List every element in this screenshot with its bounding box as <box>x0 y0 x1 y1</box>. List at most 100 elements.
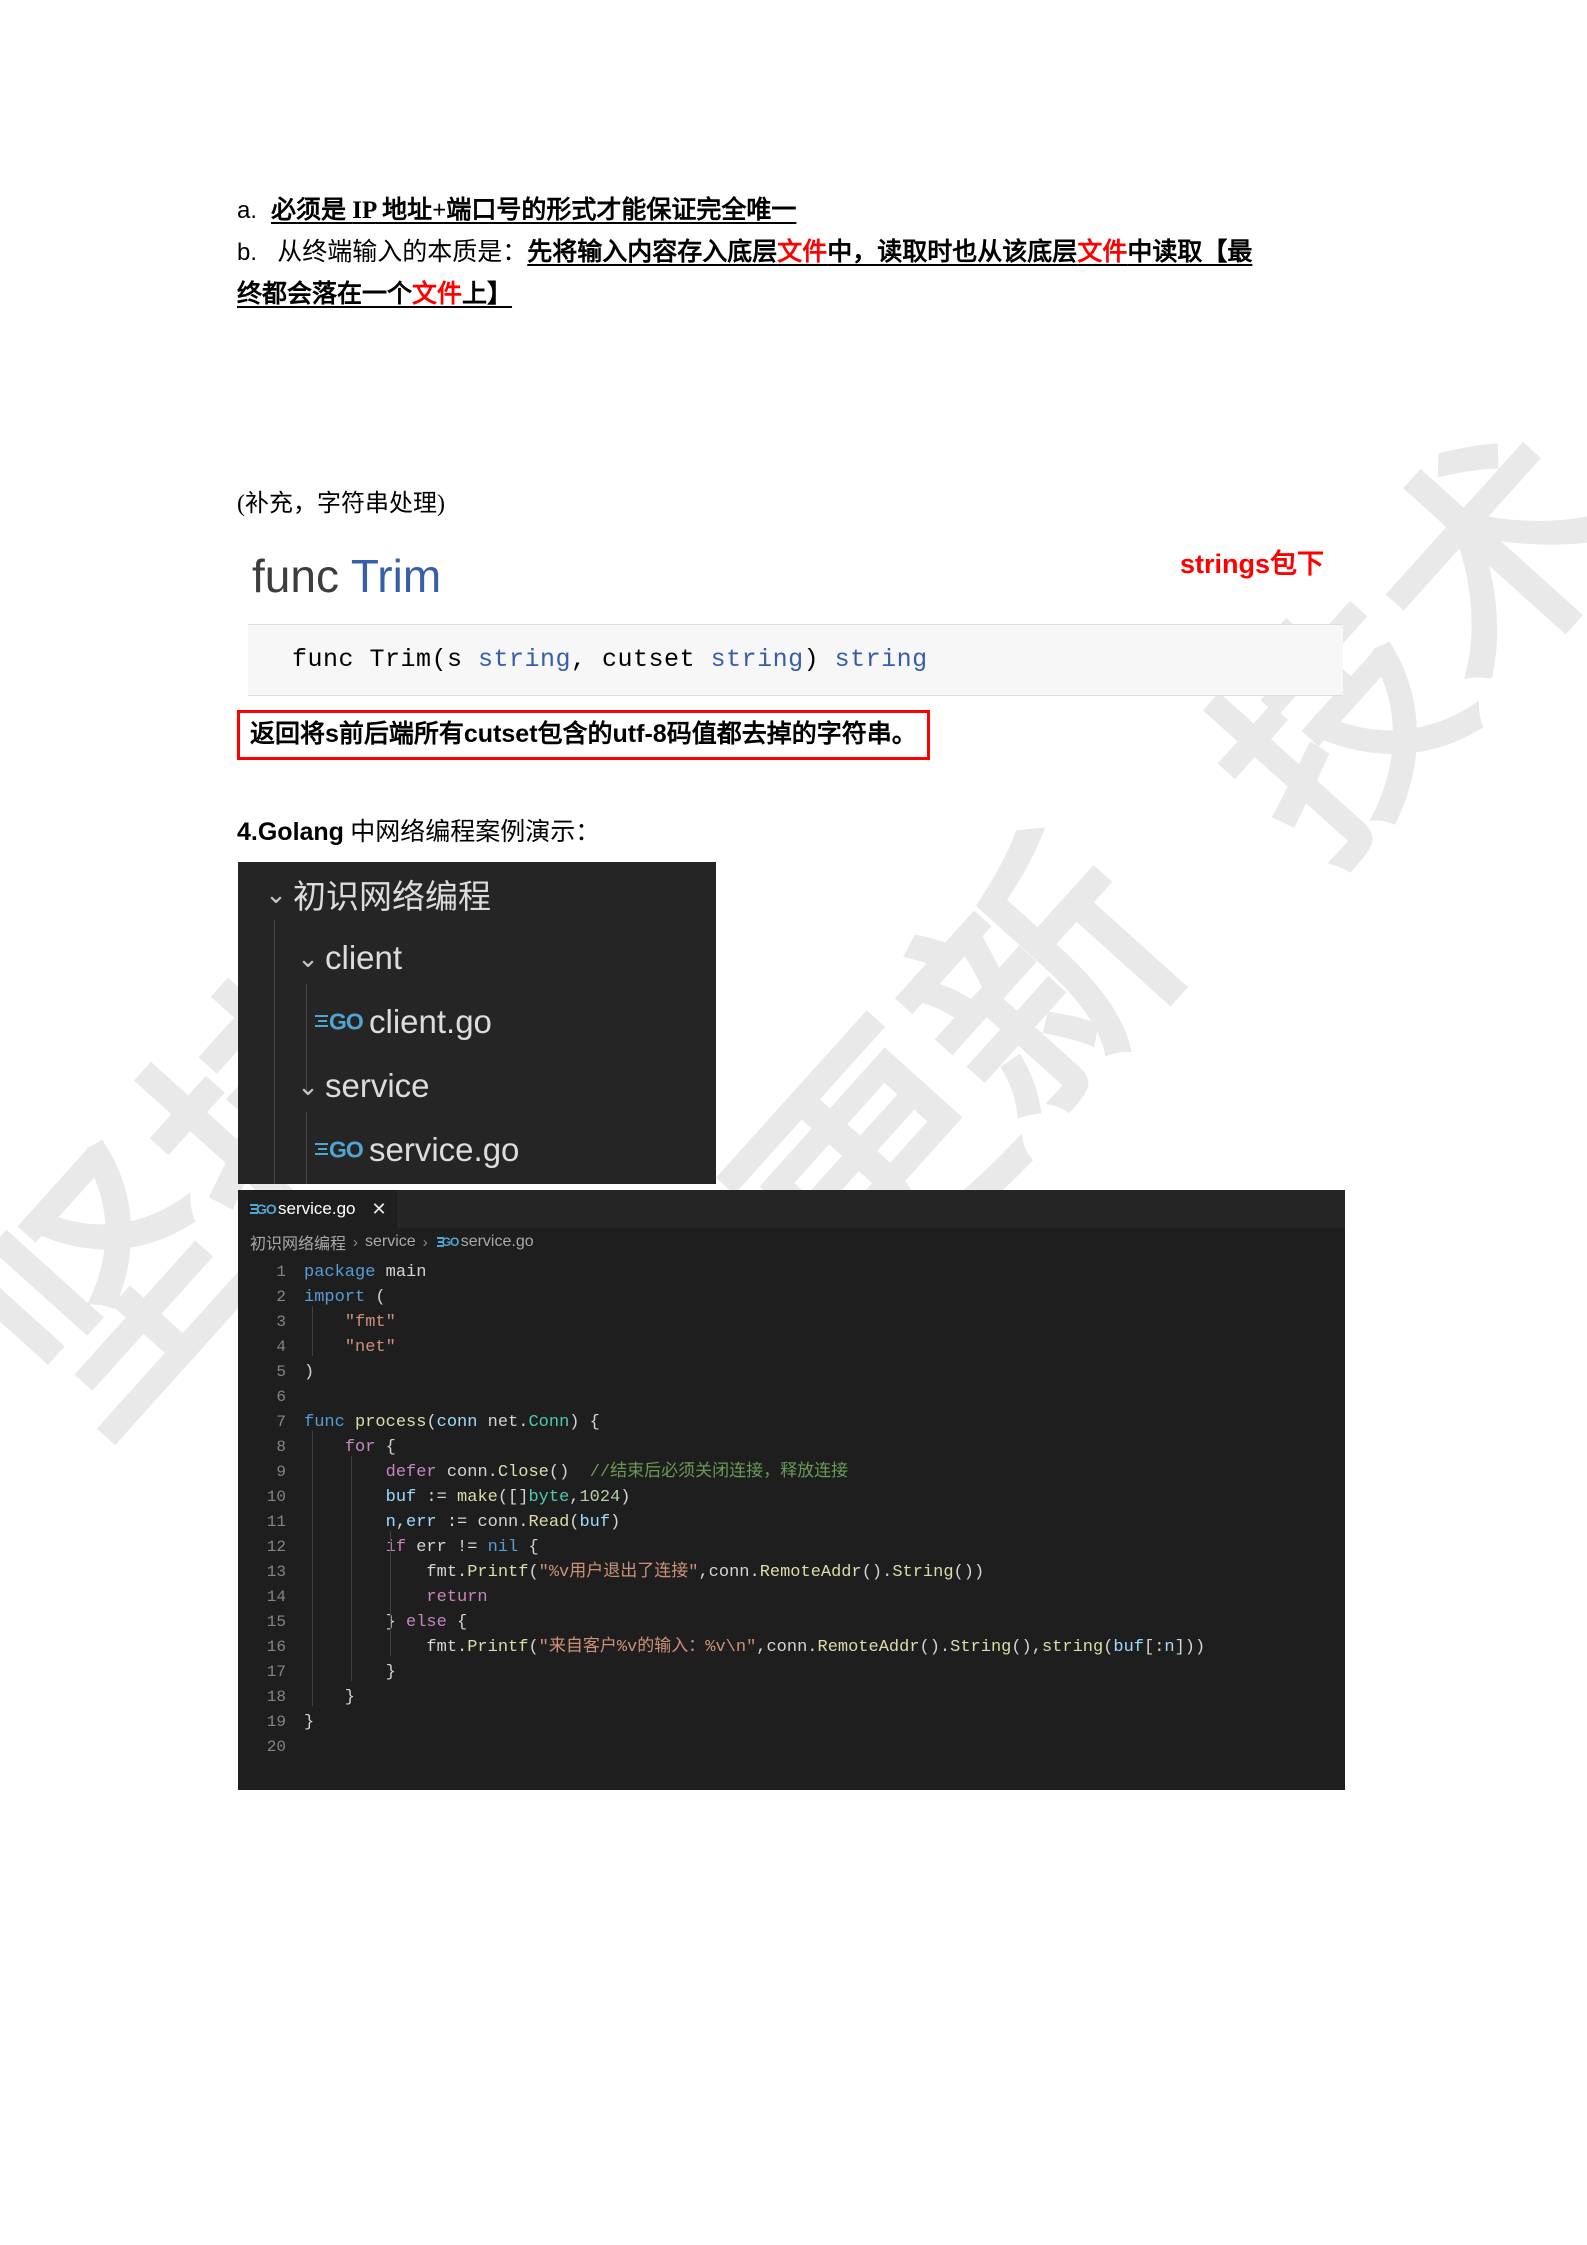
chevron-down-icon[interactable]: ⌄ <box>291 945 325 971</box>
list-item-b-continuation: 终都会落在一个文件上】 <box>237 281 513 308</box>
code-line: 16 fmt.Printf("来自客户%v的输入：%v\n",conn.Remo… <box>238 1635 1345 1660</box>
godoc-signature-code: func Trim(s string, cutset string) strin… <box>292 645 928 674</box>
code-text: } <box>304 1713 315 1732</box>
line-number: 3 <box>276 1313 286 1331</box>
red-annotation-strings-package: strings包下 <box>1180 549 1325 579</box>
code-line: 10 buf := make([]byte,1024) <box>238 1485 1345 1510</box>
line-number: 13 <box>266 1563 286 1581</box>
godoc-heading-funcname: Trim <box>350 550 442 602</box>
tree-item-root-folder[interactable]: ⌄ 初识网络编程 <box>238 862 716 926</box>
code-text: } <box>304 1663 396 1682</box>
go-file-icon: GO <box>313 1133 369 1167</box>
breadcrumb-root[interactable]: 初识网络编程 <box>250 1230 346 1254</box>
code-line: 20 <box>238 1735 1345 1760</box>
list-item: a. 必须是 IP 地址+端口号的形式才能保证完全唯一 <box>237 190 1362 232</box>
code-line: 8 for { <box>238 1435 1345 1460</box>
line-number: 2 <box>276 1288 286 1306</box>
code-text: fmt.Printf("%v用户退出了连接",conn.RemoteAddr()… <box>426 1563 985 1582</box>
line-number: 15 <box>266 1613 286 1631</box>
list-item-b-lead: 从终端输入的本质是： <box>271 239 528 266</box>
tree-item-service-go-file[interactable]: GO service.go <box>238 1118 716 1182</box>
editor-tab-label: service.go <box>278 1199 356 1218</box>
code-indent-guide <box>312 1431 313 1706</box>
tree-item-label: client <box>325 939 403 976</box>
code-text: } else { <box>304 1613 468 1632</box>
line-number: 19 <box>266 1713 286 1731</box>
code-line: 17 } <box>238 1660 1345 1685</box>
go-file-icon: GO <box>435 1233 461 1251</box>
tree-item-service-folder[interactable]: ⌄ service <box>238 1054 716 1118</box>
code-indent-guide <box>351 1456 352 1681</box>
line-number: 4 <box>276 1338 286 1356</box>
section-4-rest: 中网络编程案例演示： <box>343 819 601 846</box>
list-item-b-underlined: 先将输入内容存入底层文件中，读取时也从该底层文件中读取【最 <box>527 239 1253 266</box>
godoc-description-box: 返回将s前后端所有cutset包含的utf-8码值都去掉的字符串。 <box>237 710 930 760</box>
code-indent-guide <box>390 1531 391 1631</box>
code-line: 3 "fmt" <box>238 1310 1345 1335</box>
tree-item-label: client.go <box>369 1003 492 1040</box>
tree-item-label: 初识网络编程 <box>293 878 491 915</box>
bullet-list: a. 必须是 IP 地址+端口号的形式才能保证完全唯一 b. 从终端输入的本质是：… <box>237 190 1362 316</box>
code-text: ) <box>304 1363 315 1382</box>
go-file-icon: GO <box>248 1199 278 1219</box>
line-number: 11 <box>266 1513 286 1531</box>
godoc-description-text: 返回将s前后端所有cutset包含的utf-8码值都去掉的字符串。 <box>250 720 917 748</box>
close-icon[interactable]: ✕ <box>371 1200 386 1218</box>
tree-item-label: service.go <box>369 1131 520 1168</box>
line-number: 14 <box>266 1588 286 1606</box>
line-number: 16 <box>266 1638 286 1656</box>
breadcrumb-file[interactable]: service.go <box>461 1233 534 1251</box>
vscode-editor-panel: GO service.go ✕ 初识网络编程 › service › GO se… <box>238 1190 1345 1790</box>
tree-item-label: service <box>325 1067 430 1104</box>
code-line: 12 if err != nil { <box>238 1535 1345 1560</box>
line-number: 18 <box>266 1688 286 1706</box>
editor-code-area[interactable]: 1 package main 2 import (3 "fmt" 4 "net" 5) 6 7… <box>238 1256 1345 1760</box>
line-number: 10 <box>266 1488 286 1506</box>
go-file-icon: GO <box>313 1005 369 1039</box>
code-text: fmt.Printf("来自客户%v的输入：%v\n",conn.RemoteA… <box>426 1638 1206 1657</box>
line-number: 1 <box>276 1263 286 1281</box>
code-line: 14 return <box>238 1585 1345 1610</box>
code-text: package main <box>304 1263 427 1282</box>
code-text: import ( <box>304 1288 386 1307</box>
list-item: b. 从终端输入的本质是：先将输入内容存入底层文件中，读取时也从该底层文件中读取… <box>237 232 1362 274</box>
editor-breadcrumb: 初识网络编程 › service › GO service.go <box>238 1228 1345 1256</box>
line-number: 7 <box>276 1413 286 1431</box>
vscode-file-tree-panel: ⌄ 初识网络编程 ⌄ client GO client.go ⌄ service… <box>238 862 716 1184</box>
editor-tab-bar: GO service.go ✕ <box>238 1190 1345 1228</box>
section-4-prefix: 4.Golang <box>237 818 344 846</box>
line-number: 12 <box>266 1538 286 1556</box>
line-number: 8 <box>276 1438 286 1456</box>
line-number: 9 <box>276 1463 286 1481</box>
tree-item-client-folder[interactable]: ⌄ client <box>238 926 716 990</box>
code-text: buf := make([]byte,1024) <box>385 1488 631 1507</box>
chevron-down-icon[interactable]: ⌄ <box>291 1073 325 1099</box>
list-marker-a: a. <box>237 197 258 224</box>
chevron-right-icon: › <box>422 1233 428 1251</box>
line-number: 6 <box>276 1388 286 1406</box>
code-text: "fmt" <box>344 1313 396 1332</box>
line-number: 20 <box>266 1738 286 1756</box>
document-page: a. 必须是 IP 地址+端口号的形式才能保证完全唯一 b. 从终端输入的本质是：… <box>0 0 1587 2245</box>
code-line: 5) <box>238 1360 1345 1385</box>
editor-tab-service-go[interactable]: GO service.go ✕ <box>238 1190 397 1228</box>
code-text: if err != nil { <box>385 1538 539 1557</box>
code-indent-guide <box>390 1631 391 1656</box>
code-line: 1 package main <box>238 1260 1345 1285</box>
code-line: 7 func process(conn net.Conn) { <box>238 1410 1345 1435</box>
code-line: 15 } else { <box>238 1610 1345 1635</box>
godoc-signature-box: func Trim(s string, cutset string) strin… <box>248 624 1343 696</box>
code-line: 6 <box>238 1385 1345 1410</box>
code-line: 19} <box>238 1710 1345 1735</box>
code-text: for { <box>344 1438 396 1457</box>
code-line: 2 import ( <box>238 1285 1345 1310</box>
code-indent-guide <box>312 1306 313 1356</box>
chevron-down-icon[interactable]: ⌄ <box>259 881 293 907</box>
line-number: 17 <box>266 1663 286 1681</box>
breadcrumb-folder[interactable]: service <box>365 1233 416 1251</box>
godoc-heading-keyword: func <box>252 550 351 602</box>
code-text: return <box>426 1588 488 1607</box>
supplement-note: (补充，字符串处理) <box>237 491 445 517</box>
code-line: 9 defer conn.Close() //结束后必须关闭连接，释放连接 <box>238 1460 1345 1485</box>
tree-item-client-go-file[interactable]: GO client.go <box>238 990 716 1054</box>
